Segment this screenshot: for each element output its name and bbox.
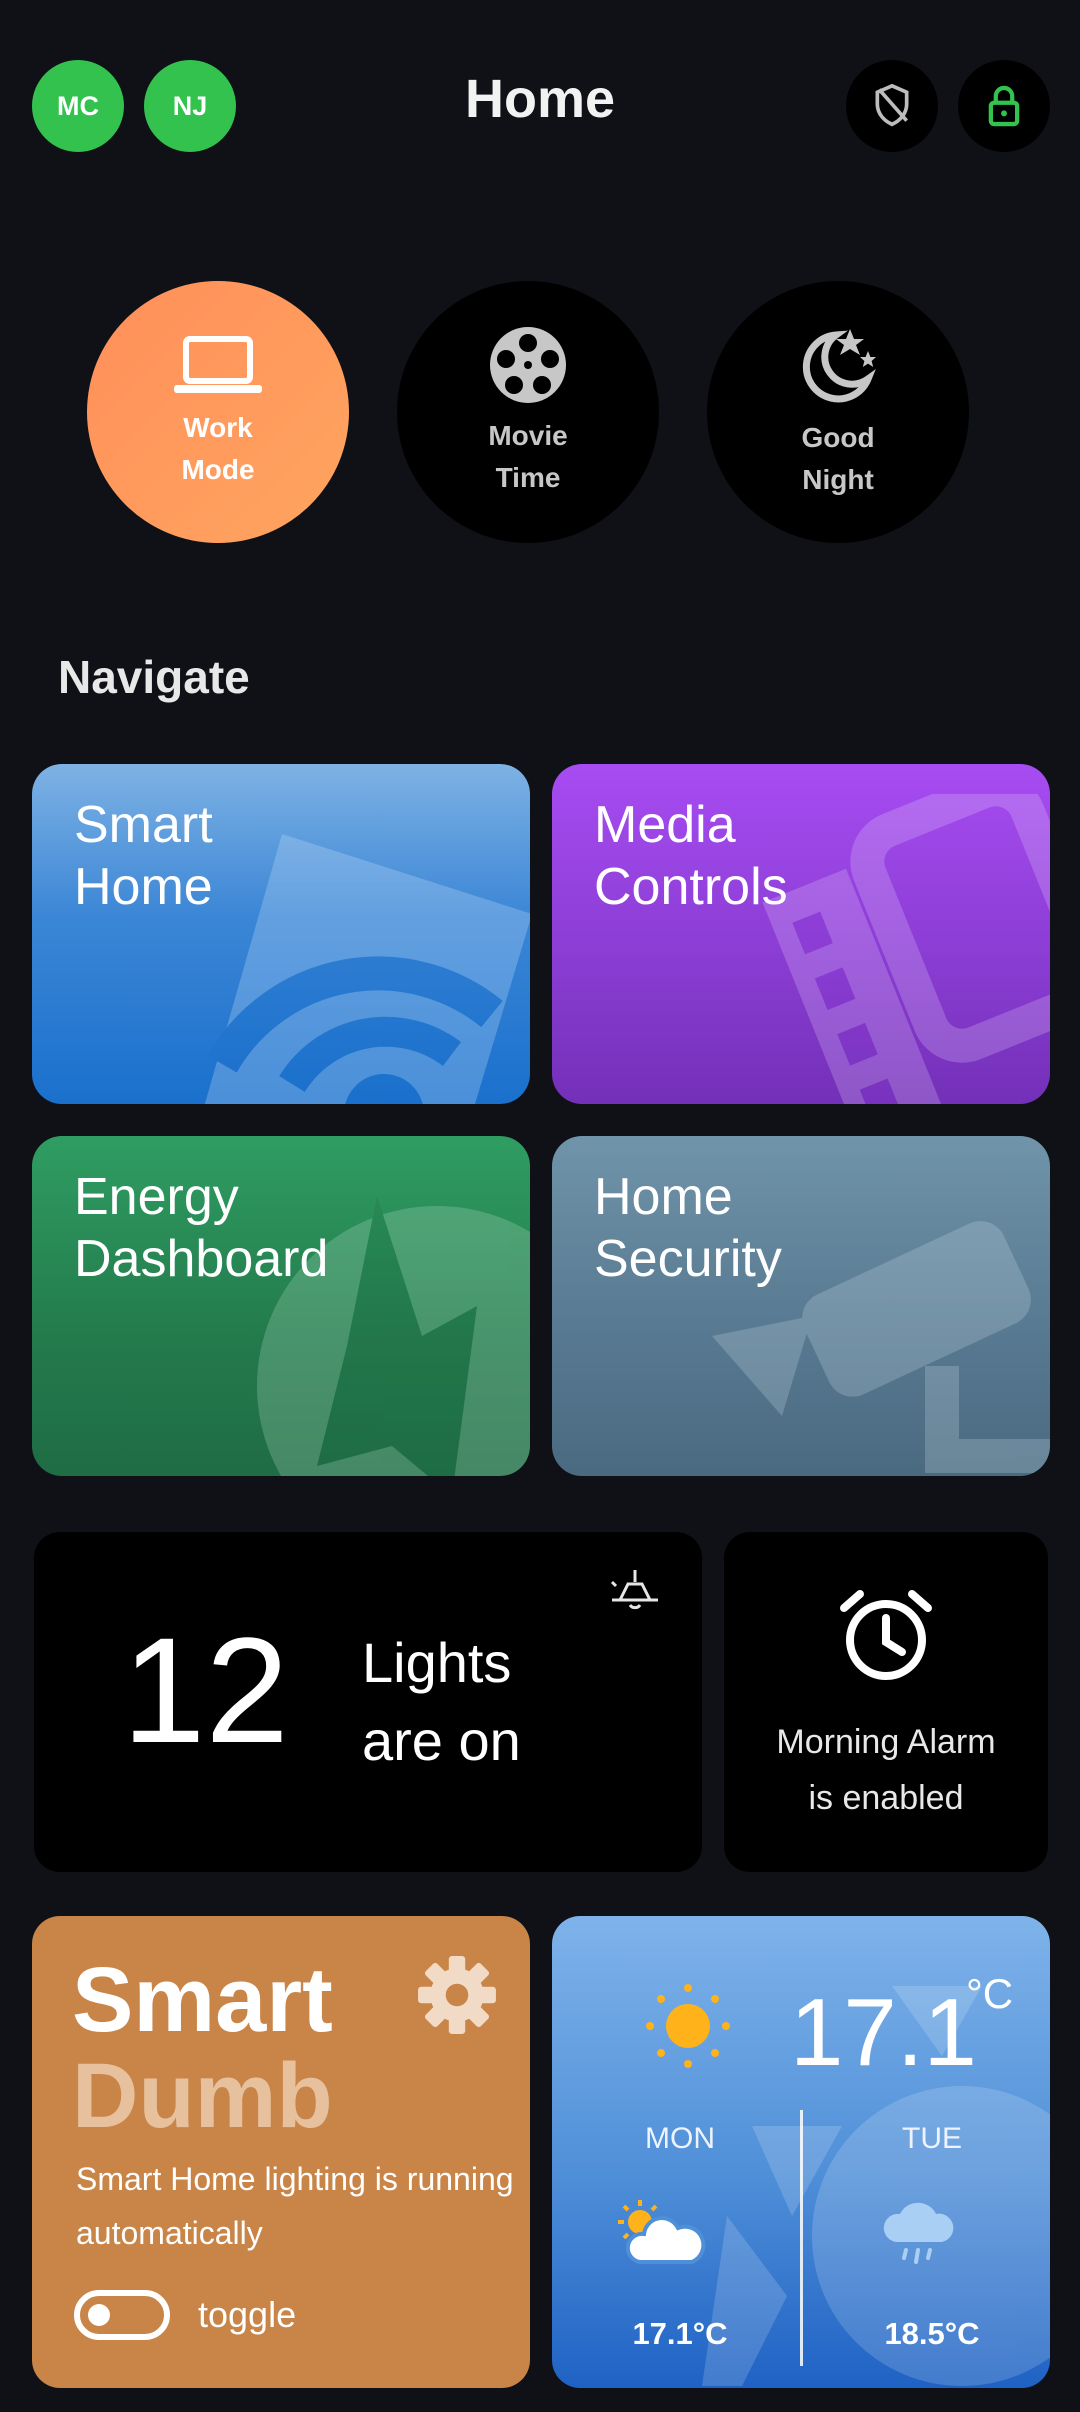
partly-sunny-icon xyxy=(618,2200,706,2264)
moon-stars-icon xyxy=(802,329,876,403)
ceiling-lamp-icon xyxy=(610,1570,658,1610)
nav-card-energy-dashboard[interactable]: Energy Dashboard xyxy=(32,1136,530,1476)
laptop-icon xyxy=(174,336,262,393)
alarm-clock-icon xyxy=(840,1590,932,1680)
scene-movie-time[interactable]: Movie Time xyxy=(397,281,659,543)
security-button[interactable] xyxy=(846,60,938,152)
alarm-label: Morning Alarm is enabled xyxy=(776,1723,996,1817)
lights-label: Lights are on xyxy=(362,1631,521,1772)
film-reel-icon xyxy=(490,327,566,403)
forecast-day-temp: 17.1°C xyxy=(632,2316,728,2351)
rain-cloud-icon xyxy=(883,2202,954,2264)
dumb-label: Dumb xyxy=(72,2045,333,2147)
section-heading-navigate: Navigate xyxy=(58,651,250,703)
lights-widget[interactable]: 12 Lights are on xyxy=(34,1532,702,1872)
forecast-day-temp: 18.5°C xyxy=(884,2316,980,2351)
gear-icon[interactable] xyxy=(416,1954,498,2036)
automation-toggle[interactable] xyxy=(74,2290,170,2340)
forecast-day-name: MON xyxy=(645,2122,715,2155)
scene-label: Movie Time xyxy=(488,420,568,493)
smart-description: Smart Home lighting is running automatic… xyxy=(76,2161,514,2251)
lock-button[interactable] xyxy=(958,60,1050,152)
day-divider xyxy=(800,2110,803,2366)
card-title: Smart Home xyxy=(74,796,213,916)
shield-off-icon xyxy=(875,83,909,127)
smart-dumb-widget[interactable]: Smart Dumb Smart Home lighting is runnin… xyxy=(32,1916,530,2388)
card-title: Home Security xyxy=(594,1168,782,1288)
nav-card-smart-home[interactable]: Smart Home xyxy=(32,764,530,1104)
temperature-unit: °C xyxy=(966,1970,1014,2017)
nav-card-home-security[interactable]: Home Security xyxy=(552,1136,1050,1476)
nav-card-media-controls[interactable]: Media Controls xyxy=(552,764,1050,1104)
alarm-widget[interactable]: Morning Alarm is enabled xyxy=(724,1532,1048,1872)
toggle-knob xyxy=(88,2304,110,2326)
lock-icon xyxy=(988,85,1020,127)
lights-count: 12 xyxy=(122,1606,289,1774)
forecast-day-name: TUE xyxy=(902,2122,962,2155)
scene-label: Good Night xyxy=(801,422,875,495)
sun-icon xyxy=(646,1984,730,2068)
current-temperature: 17.1 xyxy=(790,1979,977,2086)
card-title: Energy Dashboard xyxy=(74,1168,329,1288)
weather-widget[interactable]: 17.1 °C MON 17.1°C TUE 18.5°C xyxy=(552,1916,1050,2388)
card-title: Media Controls xyxy=(594,796,788,916)
scene-work-mode[interactable]: Work Mode xyxy=(87,281,349,543)
scene-good-night[interactable]: Good Night xyxy=(707,281,969,543)
toggle-label: toggle xyxy=(198,2294,297,2335)
smart-label: Smart xyxy=(72,1949,333,2051)
scene-label: Work Mode xyxy=(181,412,255,485)
